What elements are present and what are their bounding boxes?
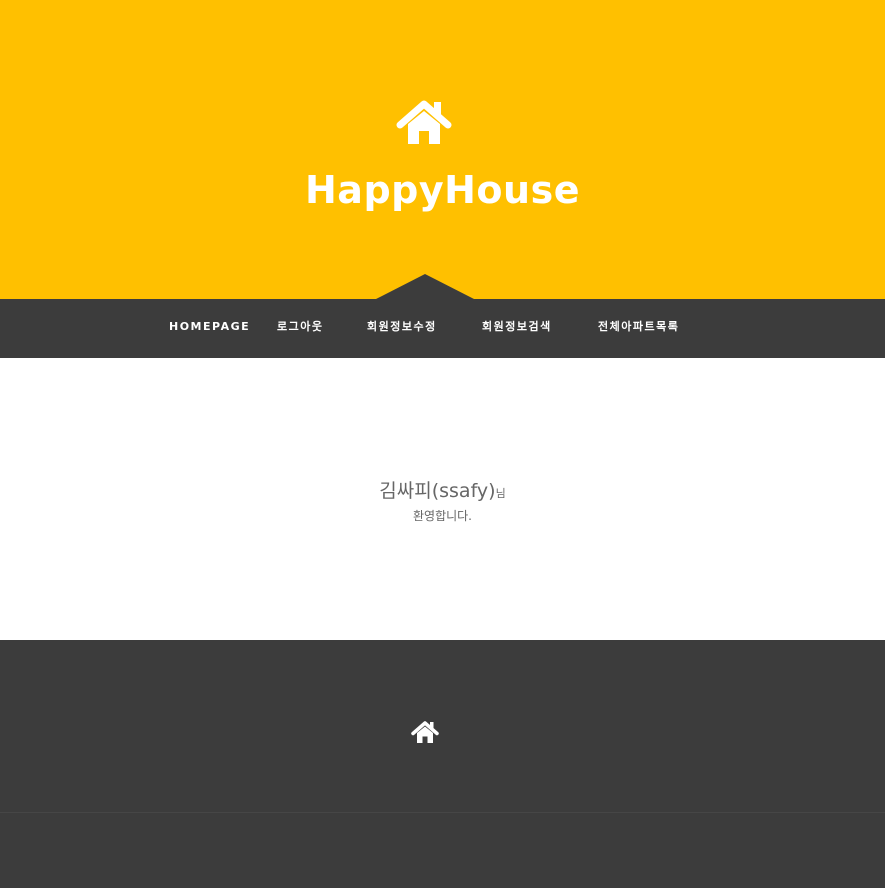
nav-item-apartment-list[interactable]: 전체아파트목록 [598,299,679,358]
main-content: 김싸피(ssafy)님 환영합니다. [0,358,885,640]
page-header: HappyHouse [0,0,885,299]
honorific-suffix: 님 [495,487,506,500]
welcome-message: 환영합니다. [412,509,472,523]
user-display-name: 김싸피(ssafy) [379,480,496,502]
nav-item-homepage[interactable]: HOMEPAGE [169,299,250,358]
home-icon [396,100,452,144]
site-title[interactable]: HappyHouse [0,168,885,212]
nav-item-logout[interactable]: 로그아웃 [277,299,323,358]
nav-item-edit-profile[interactable]: 회원정보수정 [367,299,437,358]
welcome-greeting: 김싸피(ssafy)님 [0,476,885,503]
page-footer [0,640,885,888]
footer-divider [0,812,885,813]
nav-item-search-members[interactable]: 회원정보검색 [482,299,552,358]
home-icon [411,721,439,743]
main-nav: HOMEPAGE 로그아웃 회원정보수정 회원정보검색 전체아파트목록 [0,299,885,358]
nav-notch [376,274,474,299]
